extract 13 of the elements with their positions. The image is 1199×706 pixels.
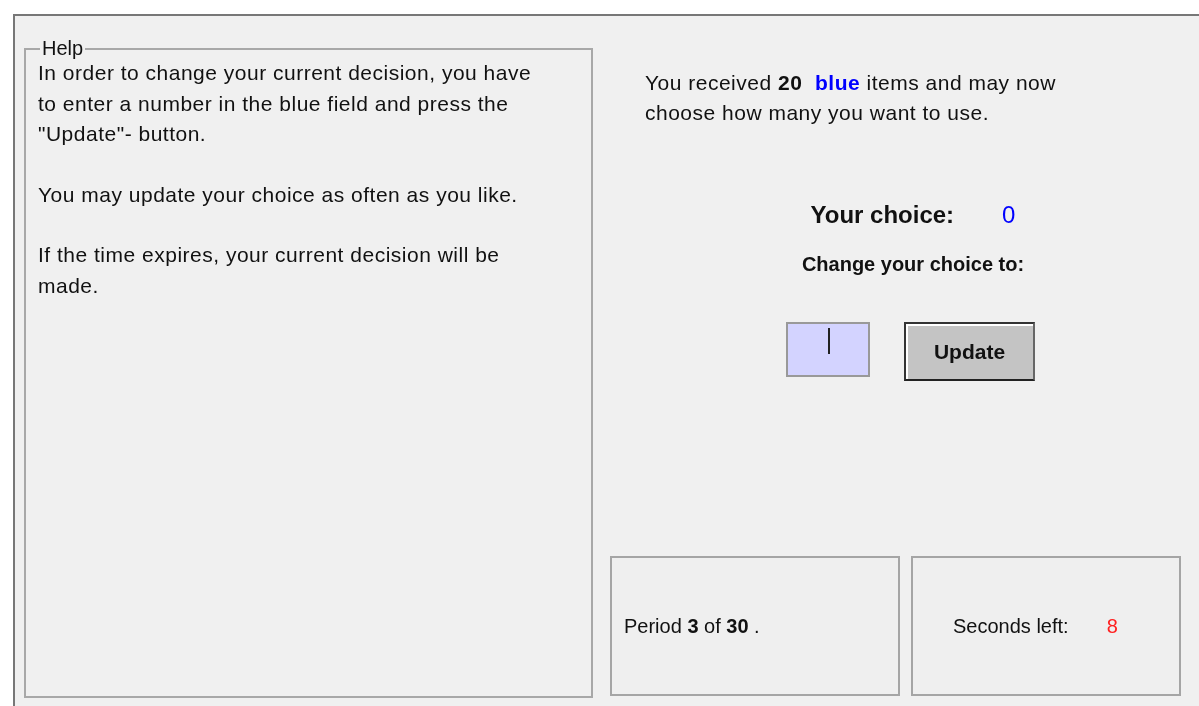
choice-label: Your choice:: [810, 201, 955, 229]
help-text: In order to change your current decision, you have to enter a number in the blue field and press the "Update"- button.: [38, 60, 533, 147]
period-text: Period 3 of 30 .: [624, 614, 760, 638]
instruction-text: You received 20 blue items and may now choose how many you want to use.: [645, 70, 1057, 126]
help-text: You may update your choice as often as you like.: [38, 181, 519, 208]
choice-value: 0: [1002, 201, 1016, 229]
number-input-field[interactable]: [786, 322, 870, 377]
update-button[interactable]: Update: [904, 322, 1035, 381]
help-title: Help: [41, 37, 85, 60]
change-label: Change your choice to:: [801, 253, 1025, 276]
help-text: If the time expires, your current decision will be made.: [38, 242, 501, 299]
timer-value: 8: [1106, 614, 1118, 638]
timer-label: Seconds left:: [953, 614, 1069, 638]
